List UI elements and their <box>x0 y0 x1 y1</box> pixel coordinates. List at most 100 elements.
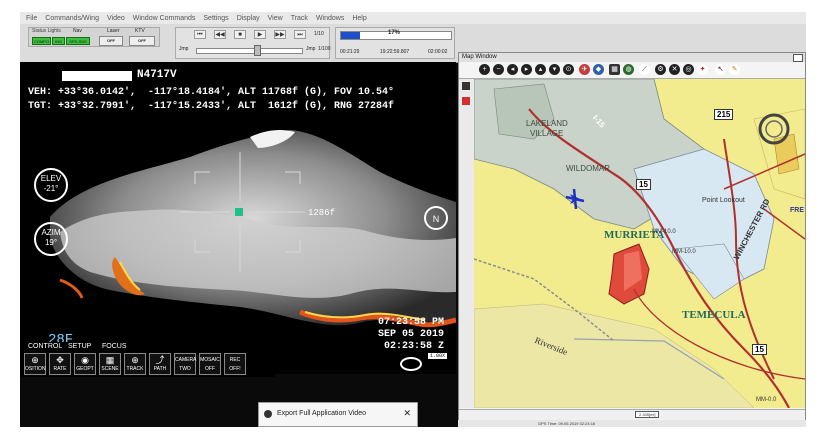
skip-end-button[interactable]: ⏭ <box>294 30 306 39</box>
video-feed[interactable]: N4717V VEH: +33°36.0142', -117°18.4184',… <box>20 62 456 374</box>
off--button[interactable]: REC OFF! <box>224 353 246 375</box>
rate-button[interactable]: ✥ RATE <box>49 353 71 375</box>
time-start: 00:21:29 <box>340 49 360 55</box>
jump-left-button[interactable]: Jmp <box>179 46 188 52</box>
application-window: File Commands/Wing Video Window Commands Set… <box>20 12 806 427</box>
menu-item-file[interactable]: File <box>26 15 37 22</box>
jump-right-button[interactable]: Jmp <box>306 46 315 52</box>
globe-icon[interactable]: ◍ <box>623 64 634 75</box>
ins-light: INS <box>52 37 65 45</box>
pan-down-icon[interactable]: ▾ <box>549 64 560 75</box>
center-icon[interactable]: ⊙ <box>563 64 574 75</box>
path-icon: ⤴ <box>155 355 165 365</box>
rewind-button[interactable]: ◀◀ <box>214 30 226 39</box>
rate-field[interactable]: 1/100 <box>318 46 331 52</box>
pencil-icon[interactable]: ✎ <box>729 64 740 75</box>
pan-left-icon[interactable]: ◂ <box>507 64 518 75</box>
sps-light: SPS-SNS <box>66 37 90 45</box>
target-marker <box>235 208 243 216</box>
redacted-bar <box>62 71 132 81</box>
gps-time: GPS Time: 09.05.2019 02:24:16 <box>538 421 596 426</box>
date-readout: SEP 05 2019 <box>378 329 445 340</box>
control-button-label: PATH <box>153 366 167 372</box>
map-window-close-icon[interactable] <box>793 54 803 62</box>
shield-15-north: 15 <box>636 179 651 190</box>
ktv-label: KTV <box>135 28 145 34</box>
geopt-button[interactable]: ◉ GEOPT <box>74 353 96 375</box>
zoom-out-icon[interactable]: − <box>493 64 504 75</box>
path-button[interactable]: ⤴ PATH <box>149 353 171 375</box>
menu-item-display[interactable]: Display <box>237 15 260 22</box>
menu-item-windows[interactable]: Windows <box>316 15 344 22</box>
control-button-label: OFF! <box>229 366 241 372</box>
play-button[interactable]: ▶ <box>254 30 266 39</box>
pointer-icon[interactable]: ↖ <box>715 64 726 75</box>
zoom-dial-icon[interactable] <box>400 357 422 371</box>
pin-icon[interactable]: ✦ <box>697 64 708 75</box>
zoom-in-icon[interactable]: + <box>479 64 490 75</box>
lock-icon[interactable] <box>462 82 470 90</box>
zulu-time: 02:23:58 Z <box>384 341 445 352</box>
map-window: Map Window + − ◂ ▸ ▴ ▾ ⊙ ✈ ◆ ▦ ◍ ⟋ ⚙ ✕ ◎… <box>458 52 806 427</box>
target-telemetry: TGT: +33°32.7991', -117°15.2433', ALT 16… <box>28 101 395 112</box>
rate-icon: ✥ <box>56 355 64 365</box>
laser-label: Laser <box>107 28 120 34</box>
control-button-label: OFF <box>205 366 215 372</box>
pan-up-icon[interactable]: ▴ <box>535 64 546 75</box>
scene-button[interactable]: ▦ SCENE <box>99 353 121 375</box>
popup-close-button[interactable]: ✕ <box>403 408 411 419</box>
off-button[interactable]: MOSAIC OFF <box>199 353 221 375</box>
gear-icon[interactable]: ⚙ <box>655 64 666 75</box>
mosaic-icon: MOSAIC <box>200 357 220 363</box>
export-video-popup: Export Full Application Video ✕ <box>258 402 418 427</box>
skip-start-button[interactable]: ⏮ <box>194 30 206 39</box>
geopt-icon: ◉ <box>81 355 89 365</box>
tools-icon[interactable]: ✕ <box>669 64 680 75</box>
control-button-label: OSITION <box>25 366 46 372</box>
map-canvas[interactable]: LAKELAND VILLAGE WILDOMAR MURRIETA TEMEC… <box>474 79 805 408</box>
osition-button[interactable]: ⊕ OSITION <box>24 353 46 375</box>
map-toolbar: + − ◂ ▸ ▴ ▾ ⊙ ✈ ◆ ▦ ◍ ⟋ ⚙ ✕ ◎ ✦ ↖ ✎ <box>459 62 805 79</box>
two-button[interactable]: CAMERA TWO <box>174 353 196 375</box>
laser-toggle[interactable]: OFF <box>99 36 123 46</box>
grid-icon[interactable]: ▦ <box>609 64 620 75</box>
north-label: N <box>432 214 440 224</box>
ktv-toggle[interactable]: OFF <box>129 36 155 46</box>
tab-focus[interactable]: FOCUS <box>102 343 127 350</box>
playback-slider[interactable] <box>196 48 303 54</box>
nav-label: Nav <box>73 28 82 34</box>
progress-percent: 17% <box>388 30 401 36</box>
menu-item-settings[interactable]: Settings <box>203 15 228 22</box>
menu-item-window-commands[interactable]: Window Commands <box>133 15 196 22</box>
azimuth-label: AZIM <box>41 228 61 237</box>
status-lights-group: Status Lights Nav Laser KTV COMPO INS SP… <box>28 27 160 47</box>
label-temecula: TEMECULA <box>682 309 746 321</box>
target-icon[interactable]: ◎ <box>683 64 694 75</box>
layer-icon[interactable]: ◆ <box>593 64 604 75</box>
scale-value: 2.335[mi] <box>635 411 660 418</box>
menu-item-view[interactable]: View <box>268 15 283 22</box>
measure-icon[interactable]: ⟋ <box>639 64 650 75</box>
fast-forward-button[interactable]: ▶▶ <box>274 30 286 39</box>
menu-item-video[interactable]: Video <box>107 15 125 22</box>
track-button[interactable]: ⊕ TRACK <box>124 353 146 375</box>
tab-control[interactable]: CONTROL <box>28 343 62 350</box>
control-button-label: RATE <box>53 366 67 372</box>
control-button-label: SCENE <box>101 366 119 372</box>
tab-setup[interactable]: SETUP <box>68 343 91 350</box>
elevation-value: -21° <box>43 184 59 193</box>
step-field[interactable]: 1/10 <box>314 31 324 37</box>
map-side-toolbar <box>459 79 475 408</box>
control-strip: CONTROL SETUP FOCUS ⊕ OSITION ✥ RATE ◉ GEOPT ▦… <box>20 342 275 377</box>
menu-item-help[interactable]: Help <box>352 15 366 22</box>
menu-item-track[interactable]: Track <box>291 15 308 22</box>
record-icon[interactable] <box>462 97 470 105</box>
playback-slider-knob[interactable] <box>254 45 261 56</box>
azimuth-value: 19° <box>44 238 58 247</box>
stop-button[interactable]: ■ <box>234 30 246 39</box>
menu-item-commands-wing[interactable]: Commands/Wing <box>45 15 99 22</box>
pan-right-icon[interactable]: ▸ <box>521 64 532 75</box>
time-current: 19:22:59.807 <box>380 49 410 55</box>
range-marker: 1286f <box>308 208 336 218</box>
aircraft-icon[interactable]: ✈ <box>579 64 590 75</box>
